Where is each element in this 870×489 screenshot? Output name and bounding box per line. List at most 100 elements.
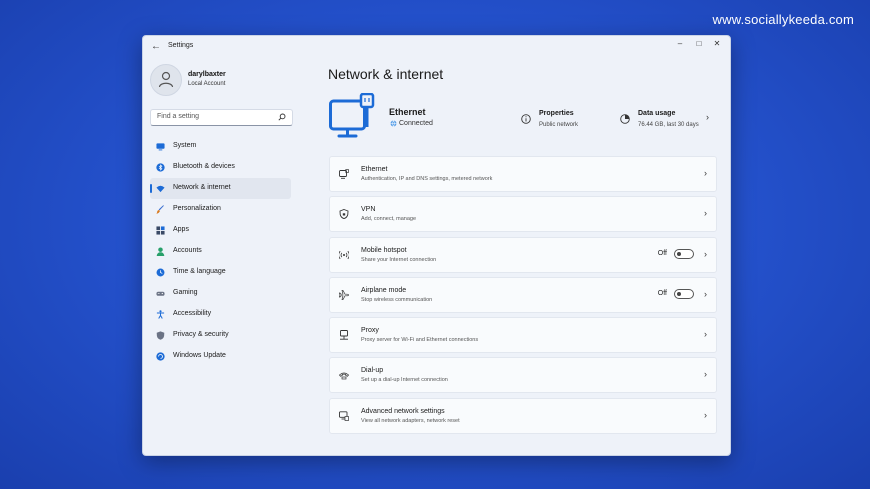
- sidebar-item-apps[interactable]: Apps: [150, 220, 291, 241]
- watermark-text: www.sociallykeeda.com: [712, 12, 854, 27]
- sidebar-item-accounts[interactable]: Accounts: [150, 241, 291, 262]
- person-icon: [158, 71, 174, 88]
- row-subtitle: Share your Internet connection: [361, 256, 437, 263]
- bluetooth-icon: [156, 163, 165, 172]
- settings-list: Ethernet Authentication, IP and DNS sett…: [329, 156, 717, 438]
- chevron-right-icon: ›: [704, 288, 707, 299]
- sidebar-item-label: Gaming: [173, 289, 198, 296]
- close-button[interactable]: ✕: [710, 38, 724, 50]
- row-subtitle: Authentication, IP and DNS settings, met…: [361, 176, 493, 182]
- chevron-right-icon: ›: [704, 329, 707, 340]
- sidebar-item-label: System: [173, 142, 197, 149]
- info-icon: [521, 114, 531, 124]
- mobile-hotspot-toggle[interactable]: [674, 248, 694, 259]
- ethernet-monitor-icon: [329, 93, 375, 138]
- sidebar-item-label: Time & language: [173, 268, 226, 275]
- chevron-right-icon[interactable]: ›: [706, 112, 709, 122]
- sidebar-item-personalization[interactable]: Personalization: [150, 199, 291, 220]
- chevron-right-icon: ›: [704, 168, 707, 178]
- user-name: darylbaxter: [188, 71, 226, 78]
- toggle-state-label: Off: [657, 249, 667, 257]
- sidebar-nav: System Bluetooth & devices Network & int…: [150, 136, 291, 367]
- vpn-shield-icon: [339, 209, 349, 220]
- dial-up-row[interactable]: Dial-up Set up a dial-up Internet connec…: [329, 357, 717, 394]
- dialup-icon: [339, 373, 349, 380]
- sidebar-item-label: Apps: [173, 226, 189, 233]
- airplane-mode-toggle[interactable]: [674, 288, 694, 299]
- ethernet-row[interactable]: Ethernet Authentication, IP and DNS sett…: [329, 156, 717, 192]
- chevron-right-icon: ›: [704, 248, 707, 259]
- sidebar-item-gaming[interactable]: Gaming: [150, 283, 291, 304]
- sidebar-item-label: Accounts: [173, 247, 202, 254]
- proxy-row[interactable]: Proxy Proxy server for Wi-Fi and Etherne…: [329, 317, 717, 354]
- connection-name: Ethernet: [389, 107, 426, 117]
- search-icon: [278, 113, 286, 121]
- shield-icon: [156, 331, 165, 340]
- sidebar-item-label: Accessibility: [173, 310, 212, 317]
- vpn-row[interactable]: VPN Add, connect, manage ›: [329, 196, 717, 233]
- sidebar-item-label: Windows Update: [173, 352, 226, 359]
- sidebar-item-bluetooth[interactable]: Bluetooth & devices: [150, 157, 291, 178]
- row-subtitle: Stop wireless communication: [361, 296, 433, 303]
- sidebar-item-label: Personalization: [173, 205, 221, 212]
- mobile-hotspot-row[interactable]: Mobile hotspot Share your Internet conne…: [329, 236, 717, 273]
- data-usage-amount: 76.44 GB, last 30 days: [638, 122, 699, 128]
- network-adapter-icon: [339, 411, 349, 421]
- ethernet-icon: [339, 169, 349, 179]
- settings-window: ← Settings – □ ✕ darylbaxter Local Accou…: [142, 35, 731, 456]
- gamepad-icon: [156, 291, 165, 296]
- wifi-icon: [156, 185, 165, 193]
- app-title: Settings: [168, 42, 194, 49]
- sidebar-item-privacy[interactable]: Privacy & security: [150, 325, 291, 346]
- chevron-right-icon: ›: [704, 208, 707, 219]
- airplane-mode-row[interactable]: Airplane mode Stop wireless communicatio…: [329, 276, 717, 313]
- sidebar-item-accessibility[interactable]: Accessibility: [150, 304, 291, 325]
- accessibility-icon: [156, 310, 165, 319]
- row-title: VPN: [361, 206, 376, 214]
- row-subtitle: Proxy server for Wi-Fi and Ethernet conn…: [361, 337, 479, 344]
- title-bar: ← Settings – □ ✕: [143, 36, 730, 58]
- sidebar-item-time-language[interactable]: Time & language: [150, 262, 291, 283]
- sidebar-item-windows-update[interactable]: Windows Update: [150, 346, 291, 367]
- data-usage-icon: [620, 114, 630, 124]
- properties-title: Properties: [539, 110, 574, 117]
- globe-clock-icon: [156, 268, 165, 277]
- advanced-network-settings-row[interactable]: Advanced network settings View all netwo…: [329, 397, 717, 434]
- sidebar-item-label: Network & internet: [173, 184, 231, 191]
- row-subtitle: View all network adapters, network reset: [361, 417, 460, 424]
- apps-icon: [156, 226, 165, 235]
- sidebar-item-label: Bluetooth & devices: [173, 163, 235, 170]
- hotspot-icon: [339, 250, 349, 259]
- sidebar-item-label: Privacy & security: [173, 331, 229, 338]
- row-title: Dial-up: [361, 367, 384, 375]
- row-subtitle: Add, connect, manage: [361, 216, 417, 223]
- sidebar-item-system[interactable]: System: [150, 136, 291, 157]
- minimize-button[interactable]: –: [673, 38, 687, 50]
- avatar: [150, 64, 182, 96]
- maximize-button[interactable]: □: [692, 38, 706, 50]
- brush-icon: [156, 205, 164, 214]
- toggle-knob: [677, 291, 681, 296]
- back-arrow-icon[interactable]: ←: [149, 40, 163, 54]
- airplane-icon: [339, 290, 349, 300]
- toggle-state-label: Off: [657, 289, 667, 297]
- globe-status-icon: [390, 120, 397, 127]
- row-title: Advanced network settings: [361, 407, 445, 415]
- chevron-right-icon: ›: [704, 409, 707, 420]
- connection-status: Connected: [399, 120, 433, 127]
- row-title: Proxy: [361, 327, 379, 335]
- toggle-knob: [677, 251, 681, 256]
- search-input[interactable]: Find a setting: [150, 109, 293, 126]
- row-title: Airplane mode: [361, 286, 407, 294]
- account-type: Local Account: [188, 81, 226, 87]
- row-title: Ethernet: [361, 166, 388, 173]
- update-icon: [156, 352, 165, 361]
- monitor-icon: [156, 143, 165, 151]
- chevron-right-icon: ›: [704, 369, 707, 380]
- data-usage-title: Data usage: [638, 110, 676, 117]
- sidebar-item-network[interactable]: Network & internet: [150, 178, 291, 199]
- proxy-icon: [340, 330, 348, 340]
- network-profile: Public network: [539, 122, 579, 128]
- row-subtitle: Set up a dial-up Internet connection: [361, 377, 448, 384]
- row-title: Mobile hotspot: [361, 246, 407, 254]
